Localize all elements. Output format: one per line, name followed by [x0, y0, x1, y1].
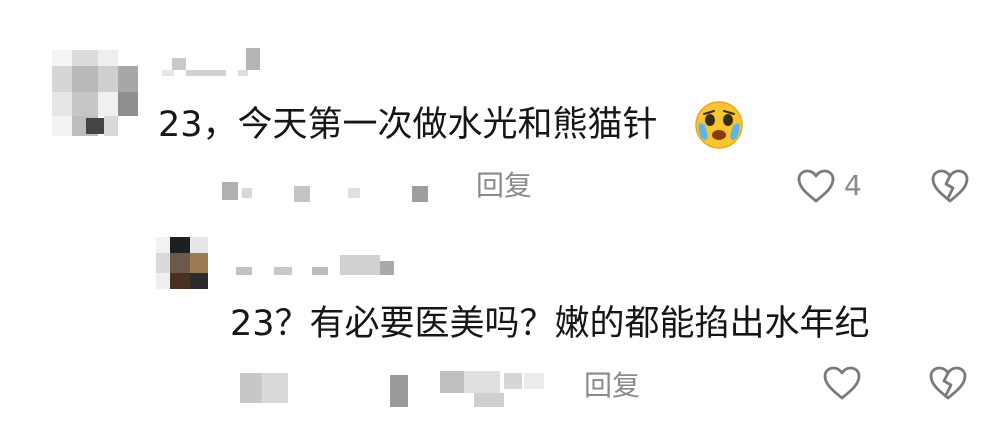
- comment-meta: [222, 178, 442, 206]
- comment-item: 23，今天第一次做水光和熊猫针 回复 4: [0, 0, 1000, 215]
- comment-text: 23，今天第一次做水光和熊猫针: [158, 105, 658, 145]
- heart-icon[interactable]: [822, 365, 862, 401]
- reply-button[interactable]: 回复: [584, 370, 640, 402]
- crying-face-icon: [693, 99, 745, 151]
- reply-button[interactable]: 回复: [476, 170, 532, 202]
- heart-icon[interactable]: [796, 168, 836, 204]
- avatar[interactable]: [156, 237, 208, 289]
- username[interactable]: [230, 253, 400, 279]
- broken-heart-icon[interactable]: [928, 365, 968, 401]
- avatar[interactable]: [52, 50, 138, 136]
- broken-heart-icon[interactable]: [930, 168, 970, 204]
- comment-thread: 23，今天第一次做水光和熊猫针 回复 4 23？有必要医美吗？嫩的都能掐出水年纪…: [0, 0, 1000, 426]
- username[interactable]: [158, 48, 260, 78]
- comment-text: 23？有必要医美吗？嫩的都能掐出水年纪: [230, 304, 870, 344]
- comment-meta: [240, 369, 550, 409]
- like-count: 4: [844, 169, 862, 202]
- reply-item: 23？有必要医美吗？嫩的都能掐出水年纪 回复: [0, 215, 1000, 426]
